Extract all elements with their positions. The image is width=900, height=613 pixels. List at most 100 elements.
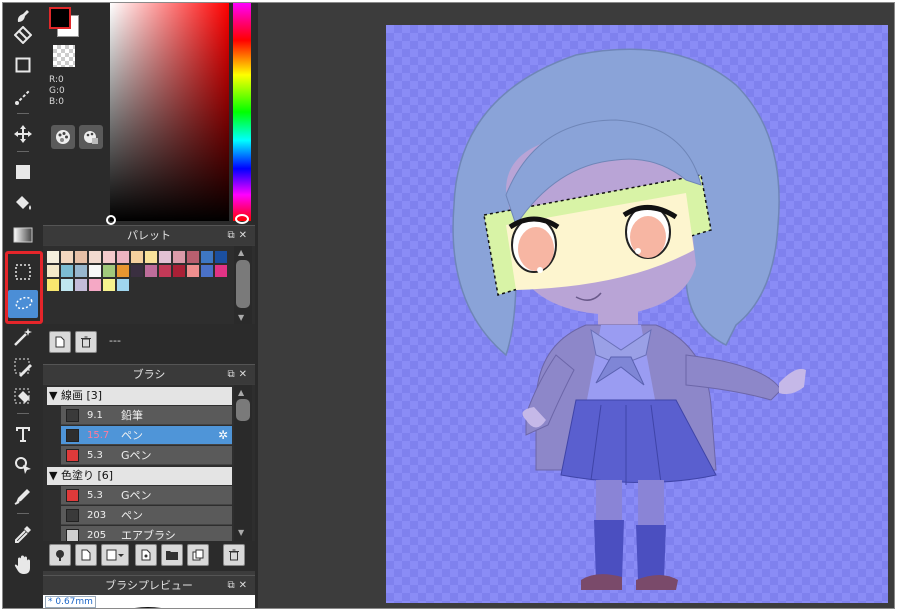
scroll-thumb[interactable] — [236, 399, 250, 421]
color-wheel-button[interactable] — [51, 125, 75, 149]
brush-delete-button[interactable] — [223, 544, 245, 566]
hue-slider[interactable] — [233, 3, 251, 224]
text-tool-button[interactable] — [8, 420, 38, 448]
brush-item[interactable]: 5.3 Gペン — [61, 486, 232, 505]
scroll-down-arrow[interactable]: ▼ — [238, 529, 244, 537]
close-icon[interactable]: ✕ — [239, 580, 251, 591]
brush-item[interactable]: 203 ペン — [61, 506, 232, 525]
palette-swatch[interactable] — [103, 265, 115, 277]
palette-swatch[interactable] — [61, 265, 73, 277]
palette-swatch[interactable] — [187, 265, 199, 277]
brush-color-swatch — [66, 449, 79, 462]
palette-swatch[interactable] — [187, 251, 199, 263]
brush-type-dropdown[interactable] — [101, 544, 129, 566]
scroll-down-arrow[interactable]: ▼ — [238, 314, 244, 322]
palette-swatch[interactable] — [47, 265, 59, 277]
palette-swatch[interactable] — [131, 251, 143, 263]
new-palette-button[interactable] — [49, 331, 71, 353]
palette-swatch[interactable] — [47, 251, 59, 263]
dot-pen-tool-button[interactable] — [8, 83, 38, 111]
brush-item[interactable]: 5.3 Gペン — [61, 446, 232, 465]
rectangle-tool-button[interactable] — [8, 51, 38, 79]
brush-footer — [43, 541, 255, 571]
brush-settings-button[interactable] — [135, 544, 157, 566]
foreground-color-swatch[interactable] — [49, 7, 71, 29]
brush-add-icon — [56, 550, 64, 561]
scroll-up-arrow[interactable]: ▲ — [238, 249, 244, 257]
palette-swatch[interactable] — [117, 251, 129, 263]
brush-item[interactable]: 205 エアブラシ — [61, 526, 232, 541]
panel-divider[interactable] — [255, 3, 258, 608]
palette-swatch[interactable] — [117, 279, 129, 291]
palette-swatch[interactable] — [117, 265, 129, 277]
brush-add-button[interactable] — [49, 544, 71, 566]
palette-swatch[interactable] — [201, 265, 213, 277]
scroll-thumb[interactable] — [236, 260, 250, 308]
eraser-tool-button[interactable] — [8, 21, 38, 49]
bucket-tool-button[interactable] — [8, 189, 38, 217]
palette-swatch[interactable] — [89, 251, 101, 263]
brush-size: 5.3 — [87, 450, 103, 461]
hand-tool-button[interactable] — [8, 551, 38, 579]
popout-icon[interactable]: ⧉ — [227, 580, 238, 591]
brush-item[interactable]: 9.1 鉛筆 — [61, 406, 232, 425]
palette-swatch[interactable] — [201, 251, 213, 263]
palette-swatch[interactable] — [215, 265, 227, 277]
text-t-icon — [16, 427, 30, 442]
red-value: R:0 — [49, 75, 64, 85]
drawing-canvas[interactable] — [386, 25, 888, 603]
brush-preview-area: * 0.67mm — [43, 595, 255, 608]
palette-scrollbar[interactable]: ▲ ▼ — [234, 246, 252, 324]
new-brush-button[interactable] — [75, 544, 97, 566]
color-history-button[interactable] — [79, 125, 103, 149]
divide-tool-button[interactable] — [8, 482, 38, 510]
brush-item-selected[interactable]: 15.7 ペン ✲ — [61, 426, 232, 445]
palette-swatch[interactable] — [173, 265, 185, 277]
brush-group-coloring[interactable]: ▼ 色塗り [6] — [47, 467, 232, 485]
sv-cursor[interactable] — [106, 215, 116, 225]
popout-icon[interactable]: ⧉ — [227, 369, 238, 380]
select-eraser-tool-button[interactable] — [8, 383, 38, 411]
brush-scrollbar[interactable]: ▲ ▼ — [234, 385, 252, 541]
brush-group-lineart[interactable]: ▼ 線画 [3] — [47, 387, 232, 405]
palette-swatch[interactable] — [75, 279, 87, 291]
magic-wand-tool-button[interactable] — [8, 323, 38, 351]
palette-swatch[interactable] — [103, 251, 115, 263]
fill-rect-tool-button[interactable] — [8, 158, 38, 186]
gear-icon[interactable]: ✲ — [218, 426, 228, 445]
close-icon[interactable]: ✕ — [239, 230, 251, 241]
transparent-color-swatch[interactable] — [53, 45, 75, 67]
palette-swatch[interactable] — [75, 265, 87, 277]
palette-swatch[interactable] — [47, 279, 59, 291]
select-pen-tool-button[interactable] — [8, 353, 38, 381]
color-panel: R:0 G:0 B:0 — [43, 3, 255, 225]
operation-tool-button[interactable] — [8, 451, 38, 479]
palette-swatch[interactable] — [61, 251, 73, 263]
preview-stroke — [134, 607, 162, 608]
delete-palette-button[interactable] — [75, 331, 97, 353]
trash-icon — [229, 549, 239, 561]
palette-swatch[interactable] — [145, 251, 157, 263]
palette-swatch[interactable] — [75, 251, 87, 263]
palette-swatch[interactable] — [145, 265, 157, 277]
palette-swatch[interactable] — [61, 279, 73, 291]
eyedropper-tool-button[interactable] — [8, 520, 38, 548]
palette-swatch[interactable] — [131, 265, 143, 277]
brush-folder-button[interactable] — [161, 544, 183, 566]
move-tool-button[interactable] — [8, 120, 38, 148]
hue-cursor[interactable] — [235, 214, 249, 224]
gradient-tool-button[interactable] — [8, 221, 38, 249]
scroll-up-arrow[interactable]: ▲ — [238, 389, 244, 397]
palette-swatch[interactable] — [173, 251, 185, 263]
palette-swatch[interactable] — [89, 265, 101, 277]
brush-duplicate-button[interactable] — [187, 544, 209, 566]
saturation-value-picker[interactable] — [106, 3, 229, 225]
palette-swatch[interactable] — [159, 265, 171, 277]
popout-icon[interactable]: ⧉ — [227, 230, 238, 241]
palette-swatch[interactable] — [103, 279, 115, 291]
palette-swatch[interactable] — [89, 279, 101, 291]
close-icon[interactable]: ✕ — [239, 369, 251, 380]
palette-swatch[interactable] — [215, 251, 227, 263]
palette-swatch[interactable] — [159, 251, 171, 263]
palette-swatch-grid: ▲ ▼ — [43, 246, 255, 324]
